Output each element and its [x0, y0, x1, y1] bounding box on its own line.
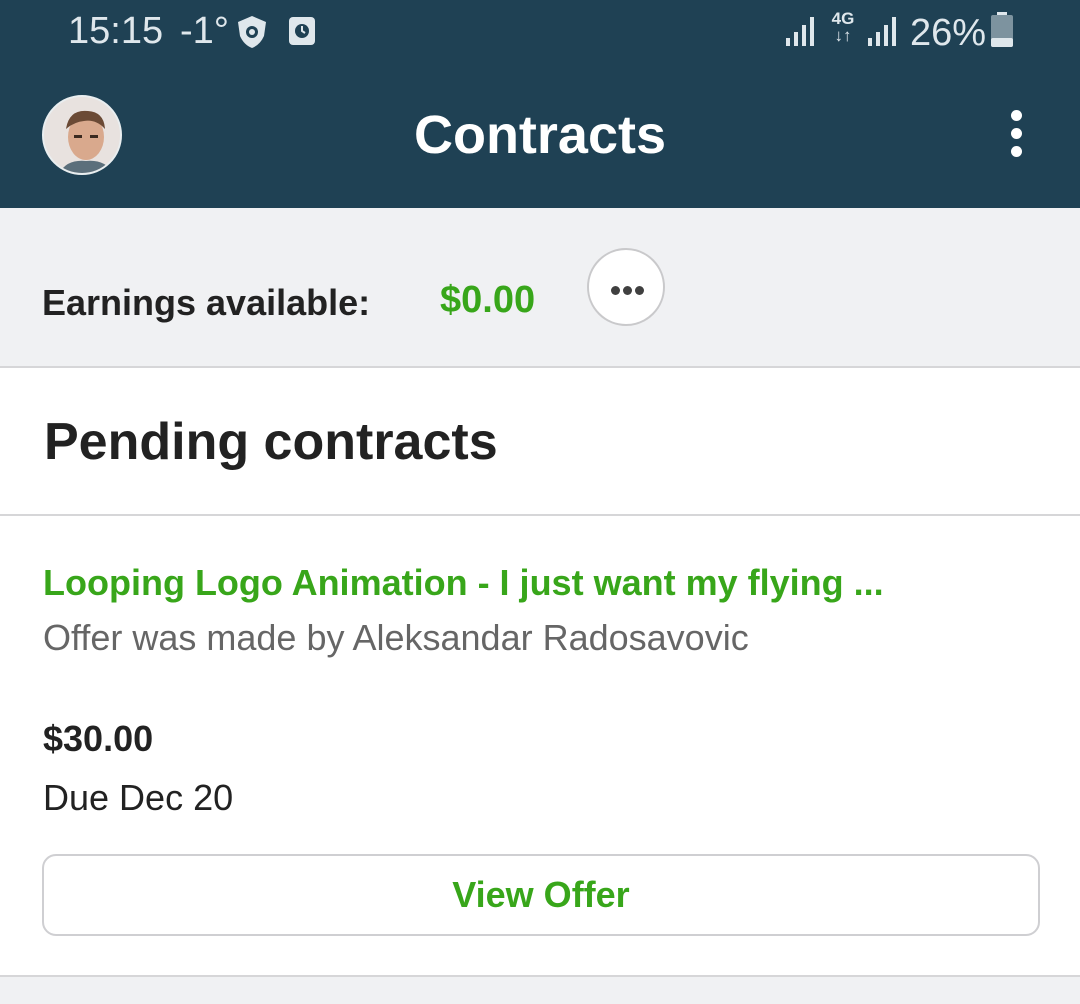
clock-icon: [287, 14, 317, 53]
earnings-value: $0.00: [440, 279, 536, 321]
battery-icon: [990, 12, 1014, 53]
contract-offer-by: Offer was made by Aleksandar Radosavovic: [43, 617, 749, 658]
page-title: Contracts: [413, 105, 667, 165]
signal-icon-2: [866, 14, 900, 53]
status-temperature: -1°: [180, 10, 229, 52]
earnings-more-button[interactable]: [587, 248, 665, 326]
network-type-label: 4G: [831, 9, 855, 28]
network-4g-icon: 4G ↓↑: [831, 9, 855, 45]
dot-icon: [623, 286, 632, 295]
shield-bug-icon: [234, 14, 270, 55]
battery-percentage: 26%: [910, 12, 987, 54]
contract-due-date: Due Dec 20: [43, 777, 234, 818]
divider: [0, 514, 1080, 516]
earnings-label: Earnings available:: [42, 282, 371, 323]
overflow-menu-icon[interactable]: [1001, 110, 1031, 160]
dot-icon: [635, 286, 644, 295]
signal-icon: [784, 14, 818, 53]
section-title: Pending contracts: [44, 413, 498, 471]
dot-icon: [611, 286, 620, 295]
status-time: 15:15: [68, 10, 164, 52]
view-offer-button[interactable]: View Offer: [42, 854, 1040, 936]
contract-price: $30.00: [43, 718, 154, 759]
app-bar: 15:15 -1° 4G ↓↑ 26% Contracts: [0, 0, 1080, 208]
contract-title-link[interactable]: Looping Logo Animation - I just want my …: [43, 562, 1033, 604]
